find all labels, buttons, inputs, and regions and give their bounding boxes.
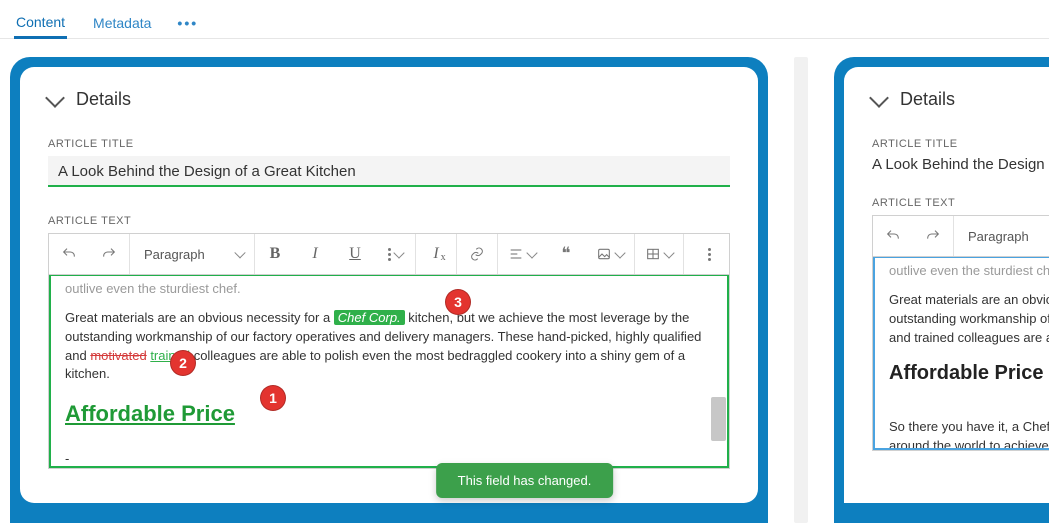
body-paragraph: Great materials are an obvious necessity… bbox=[65, 309, 713, 384]
editor-scrollbar[interactable] bbox=[711, 277, 726, 465]
details-title: Details bbox=[900, 89, 955, 110]
editor-toolbar-right: Paragraph bbox=[873, 216, 1049, 257]
section-heading: Affordable Price bbox=[889, 359, 1049, 388]
callout-badge-1: 1 bbox=[261, 386, 285, 410]
tab-metadata[interactable]: Metadata bbox=[91, 9, 153, 37]
toolbar-more-button[interactable] bbox=[689, 234, 729, 274]
table-button[interactable] bbox=[635, 234, 683, 274]
underline-button[interactable]: U bbox=[335, 234, 375, 274]
insert-button[interactable] bbox=[586, 234, 634, 274]
deleted-text: motivated bbox=[90, 348, 146, 363]
section-heading: Affordable Price bbox=[65, 398, 713, 430]
article-title-field[interactable] bbox=[48, 156, 730, 187]
callout-badge-3: 3 bbox=[446, 290, 470, 314]
callout-badge-2: 2 bbox=[171, 351, 195, 375]
panel-right-card: Details ARTICLE TITLE A Look Behind the … bbox=[844, 67, 1049, 503]
partial-line: outlive even the sturdiest chef. bbox=[889, 262, 1049, 281]
details-title: Details bbox=[76, 89, 131, 110]
tab-more[interactable]: ••• bbox=[177, 9, 198, 37]
article-title-input[interactable] bbox=[56, 162, 726, 181]
rich-text-editor: Paragraph B I U Ix bbox=[48, 233, 730, 469]
panel-left-card: Details ARTICLE TITLE ARTICLE TEXT Parag… bbox=[20, 67, 758, 503]
link-button[interactable] bbox=[457, 234, 497, 274]
format-select[interactable]: Paragraph bbox=[954, 216, 1049, 256]
compare-panels: Details ARTICLE TITLE ARTICLE TEXT Parag… bbox=[0, 39, 1049, 532]
closing-paragraph: So there you have it, a Chef Corp. aroun… bbox=[889, 418, 1049, 448]
align-button[interactable] bbox=[498, 234, 546, 274]
article-text-label: ARTICLE TEXT bbox=[872, 197, 1049, 209]
dash-line: - bbox=[65, 450, 713, 466]
chevron-down-icon bbox=[869, 88, 889, 108]
more-styles-button[interactable] bbox=[375, 234, 415, 274]
redo-button[interactable] bbox=[89, 234, 129, 274]
editor-content-wrap-right: outlive even the sturdiest chef. Great m… bbox=[873, 257, 1049, 450]
editor-content-right[interactable]: outlive even the sturdiest chef. Great m… bbox=[875, 258, 1049, 448]
panel-divider-scrollbar[interactable] bbox=[794, 57, 808, 523]
quote-button[interactable]: ❝ bbox=[546, 234, 586, 274]
details-header-right[interactable]: Details bbox=[872, 89, 1049, 110]
tab-content[interactable]: Content bbox=[14, 8, 67, 39]
article-title-value: A Look Behind the Design of a bbox=[872, 156, 1049, 173]
editor-toolbar: Paragraph B I U Ix bbox=[49, 234, 729, 275]
rich-text-editor-right: Paragraph outlive even the sturdiest che… bbox=[872, 215, 1049, 451]
body-paragraph: Great materials are an obvious ne outsta… bbox=[889, 291, 1049, 348]
chevron-down-icon bbox=[45, 88, 65, 108]
editor-content[interactable]: outlive even the sturdiest chef. Great m… bbox=[51, 276, 727, 466]
panel-right: Details ARTICLE TITLE A Look Behind the … bbox=[834, 57, 1049, 523]
italic-button[interactable]: I bbox=[295, 234, 335, 274]
article-title-label: ARTICLE TITLE bbox=[872, 138, 1049, 150]
undo-button[interactable] bbox=[873, 216, 913, 256]
field-changed-toast: This field has changed. bbox=[436, 463, 614, 498]
panel-left: Details ARTICLE TITLE ARTICLE TEXT Parag… bbox=[10, 57, 768, 523]
format-select[interactable]: Paragraph bbox=[130, 234, 254, 274]
article-title-field-right: A Look Behind the Design of a bbox=[872, 156, 1049, 173]
article-title-label: ARTICLE TITLE bbox=[48, 138, 730, 150]
bold-button[interactable]: B bbox=[255, 234, 295, 274]
changed-chip: Chef Corp. bbox=[334, 310, 405, 325]
editor-tabs: Content Metadata ••• bbox=[0, 0, 1049, 39]
undo-button[interactable] bbox=[49, 234, 89, 274]
partial-line: outlive even the sturdiest chef. bbox=[65, 280, 713, 299]
editor-content-wrap: outlive even the sturdiest chef. Great m… bbox=[49, 275, 729, 468]
article-text-label: ARTICLE TEXT bbox=[48, 215, 730, 227]
redo-button[interactable] bbox=[913, 216, 953, 256]
details-header[interactable]: Details bbox=[48, 89, 730, 110]
clear-format-button[interactable]: Ix bbox=[416, 234, 456, 274]
